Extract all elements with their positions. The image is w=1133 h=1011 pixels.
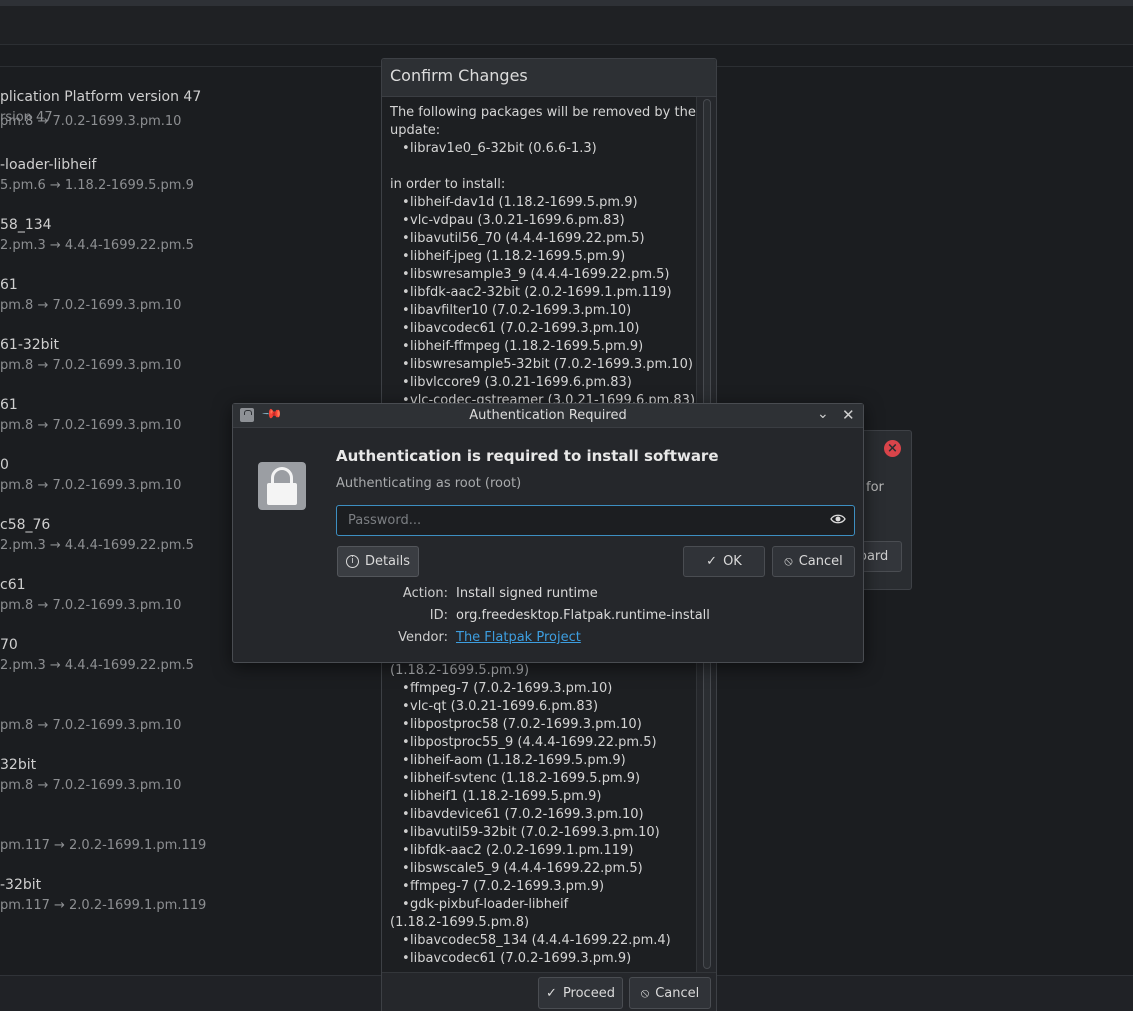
package-item: libavcodec61 (7.0.2-1699.3.pm.10)	[402, 321, 639, 336]
cancel-label: Cancel	[655, 985, 700, 1001]
package-item: libfdk-aac2-32bit (2.0.2-1699.1.pm.119)	[402, 285, 672, 300]
package-name: 32bit	[0, 757, 37, 773]
package-version: pm.117 → 2.0.2-1699.1.pm.119	[0, 898, 207, 913]
package-version: pm.8 → 7.0.2-1699.3.pm.10	[0, 298, 182, 313]
check-icon: ✓	[706, 554, 718, 569]
proceed-button[interactable]: ✓ Proceed	[538, 977, 623, 1009]
removed-package: librav1e0_6-32bit (0.6.6-1.3)	[402, 141, 597, 156]
package-version: pm.8 → 7.0.2-1699.3.pm.10	[0, 114, 182, 129]
background-header	[0, 6, 1133, 45]
package-item: libheif-svtenc (1.18.2-1699.5.pm.9)	[402, 771, 640, 786]
install-intro: in order to install:	[390, 177, 506, 192]
package-item: gdk-pixbuf-loader-libheif	[402, 897, 568, 912]
package-version: 2.pm.3 → 4.4.4-1699.22.pm.5	[0, 238, 194, 253]
package-version: pm.8 → 7.0.2-1699.3.pm.10	[0, 418, 182, 433]
package-item: libswresample5-32bit (7.0.2-1699.3.pm.10…	[402, 357, 693, 372]
package-name: -loader-libheif	[0, 157, 97, 173]
package-item: libswscale5_9 (4.4.4-1699.22.pm.5)	[402, 861, 643, 876]
package-item: libheif-jpeg (1.18.2-1699.5.pm.9)	[402, 249, 625, 264]
auth-subtitle: Authenticating as root (root)	[336, 476, 522, 491]
vendor-link[interactable]: The Flatpak Project	[456, 630, 581, 645]
password-field[interactable]: Password...	[336, 505, 855, 536]
confirm-title: Confirm Changes	[390, 66, 528, 85]
intro-text: The following packages will be removed b…	[390, 105, 696, 120]
package-item: vlc-qt (3.0.21-1699.6.pm.83)	[402, 699, 598, 714]
package-name: 61	[0, 397, 18, 413]
details-button[interactable]: i Details	[337, 546, 419, 577]
package-version: pm.8 → 7.0.2-1699.3.pm.10	[0, 778, 182, 793]
cancel-button[interactable]: ⦸ Cancel	[629, 977, 711, 1009]
check-icon: ✓	[546, 985, 557, 1001]
package-item: libfdk-aac2 (2.0.2-1699.1.pm.119)	[402, 843, 633, 858]
close-icon[interactable]: ✕	[842, 406, 855, 424]
package-item: ffmpeg-7 (7.0.2-1699.3.pm.10)	[402, 681, 612, 696]
proceed-label: Proceed	[562, 985, 615, 1001]
package-name: c58_76	[0, 517, 51, 533]
package-item: libheif1 (1.18.2-1699.5.pm.9)	[402, 789, 601, 804]
eye-icon[interactable]	[830, 511, 846, 527]
package-item: libavcodec61 (7.0.2-1699.3.pm.9)	[402, 951, 631, 966]
cancel-icon: ⦸	[784, 554, 793, 569]
package-name: 70	[0, 637, 18, 653]
minimize-icon[interactable]: ⌄	[817, 406, 829, 422]
package-item: libheif-ffmpeg (1.18.2-1699.5.pm.9)	[402, 339, 643, 354]
package-name: 58_134	[0, 217, 52, 233]
package-version: pm.8 → 7.0.2-1699.3.pm.10	[0, 478, 182, 493]
info-icon: i	[345, 555, 359, 568]
package-version: 2.pm.3 → 4.4.4-1699.22.pm.5	[0, 538, 194, 553]
package-item: libpostproc55_9 (4.4.4-1699.22.pm.5)	[402, 735, 657, 750]
package-version: pm.8 → 7.0.2-1699.3.pm.10	[0, 598, 182, 613]
auth-cancel-label: Cancel	[798, 554, 843, 569]
package-name: c61	[0, 577, 26, 593]
close-icon[interactable]: ×	[884, 440, 901, 457]
auth-cancel-button[interactable]: ⦸ Cancel	[772, 546, 855, 577]
package-item: libavutil59-32bit (7.0.2-1699.3.pm.10)	[402, 825, 660, 840]
package-item: libheif-aom (1.18.2-1699.5.pm.9)	[402, 753, 626, 768]
package-version: pm.117 → 2.0.2-1699.1.pm.119	[0, 838, 207, 853]
ok-label: OK	[723, 554, 742, 569]
package-name: -32bit	[0, 877, 42, 893]
auth-heading: Authentication is required to install so…	[336, 447, 719, 465]
wrapped-version: (1.18.2-1699.5.pm.8)	[390, 915, 530, 930]
package-item: libpostproc58 (7.0.2-1699.3.pm.10)	[402, 717, 642, 732]
package-name: 61-32bit	[0, 337, 59, 353]
package-name: plication Platform version 47	[0, 89, 202, 105]
package-item: libavcodec58_134 (4.4.4-1699.22.pm.4)	[402, 933, 671, 948]
package-version: pm.8 → 7.0.2-1699.3.pm.10	[0, 358, 182, 373]
package-item: libavdevice61 (7.0.2-1699.3.pm.10)	[402, 807, 644, 822]
package-version: 5.pm.6 → 1.18.2-1699.5.pm.9	[0, 178, 194, 193]
package-item: libavutil56_70 (4.4.4-1699.22.pm.5)	[402, 231, 645, 246]
cancel-icon: ⦸	[640, 985, 650, 1001]
ok-button[interactable]: ✓ OK	[683, 546, 765, 577]
package-name: 0	[0, 457, 9, 473]
action-value: Install signed runtime	[456, 586, 598, 601]
auth-window-title: Authentication Required	[469, 408, 627, 423]
package-item: libswresample3_9 (4.4.4-1699.22.pm.5)	[402, 267, 669, 282]
package-item: libvlccore9 (3.0.21-1699.6.pm.83)	[402, 375, 632, 390]
vendor-label: Vendor:	[398, 630, 448, 645]
intro-text-cont: update:	[390, 123, 441, 138]
package-item: vlc-vdpau (3.0.21-1699.6.pm.83)	[402, 213, 625, 228]
wrapped-version: (1.18.2-1699.5.pm.9)	[390, 663, 530, 678]
action-label: Action:	[402, 586, 448, 601]
package-name: 61	[0, 277, 18, 293]
package-item: libheif-dav1d (1.18.2-1699.5.pm.9)	[402, 195, 638, 210]
authentication-dialog: 📌 Authentication Required ⌄ ✕ Authentica…	[232, 403, 864, 663]
auth-titlebar: 📌 Authentication Required ⌄ ✕	[233, 403, 863, 428]
id-value: org.freedesktop.Flatpak.runtime-install	[456, 608, 710, 623]
padlock-icon	[258, 462, 306, 510]
background-dialog-text: for	[866, 480, 884, 495]
id-label: ID:	[429, 608, 448, 623]
package-version: 2.pm.3 → 4.4.4-1699.22.pm.5	[0, 658, 194, 673]
password-placeholder: Password...	[348, 513, 422, 528]
package-version: pm.8 → 7.0.2-1699.3.pm.10	[0, 718, 182, 733]
package-item: libavfilter10 (7.0.2-1699.3.pm.10)	[402, 303, 631, 318]
confirm-footer: ✓ Proceed ⦸ Cancel	[382, 972, 716, 1011]
package-item: ffmpeg-7 (7.0.2-1699.3.pm.9)	[402, 879, 604, 894]
details-label: Details	[364, 554, 411, 569]
